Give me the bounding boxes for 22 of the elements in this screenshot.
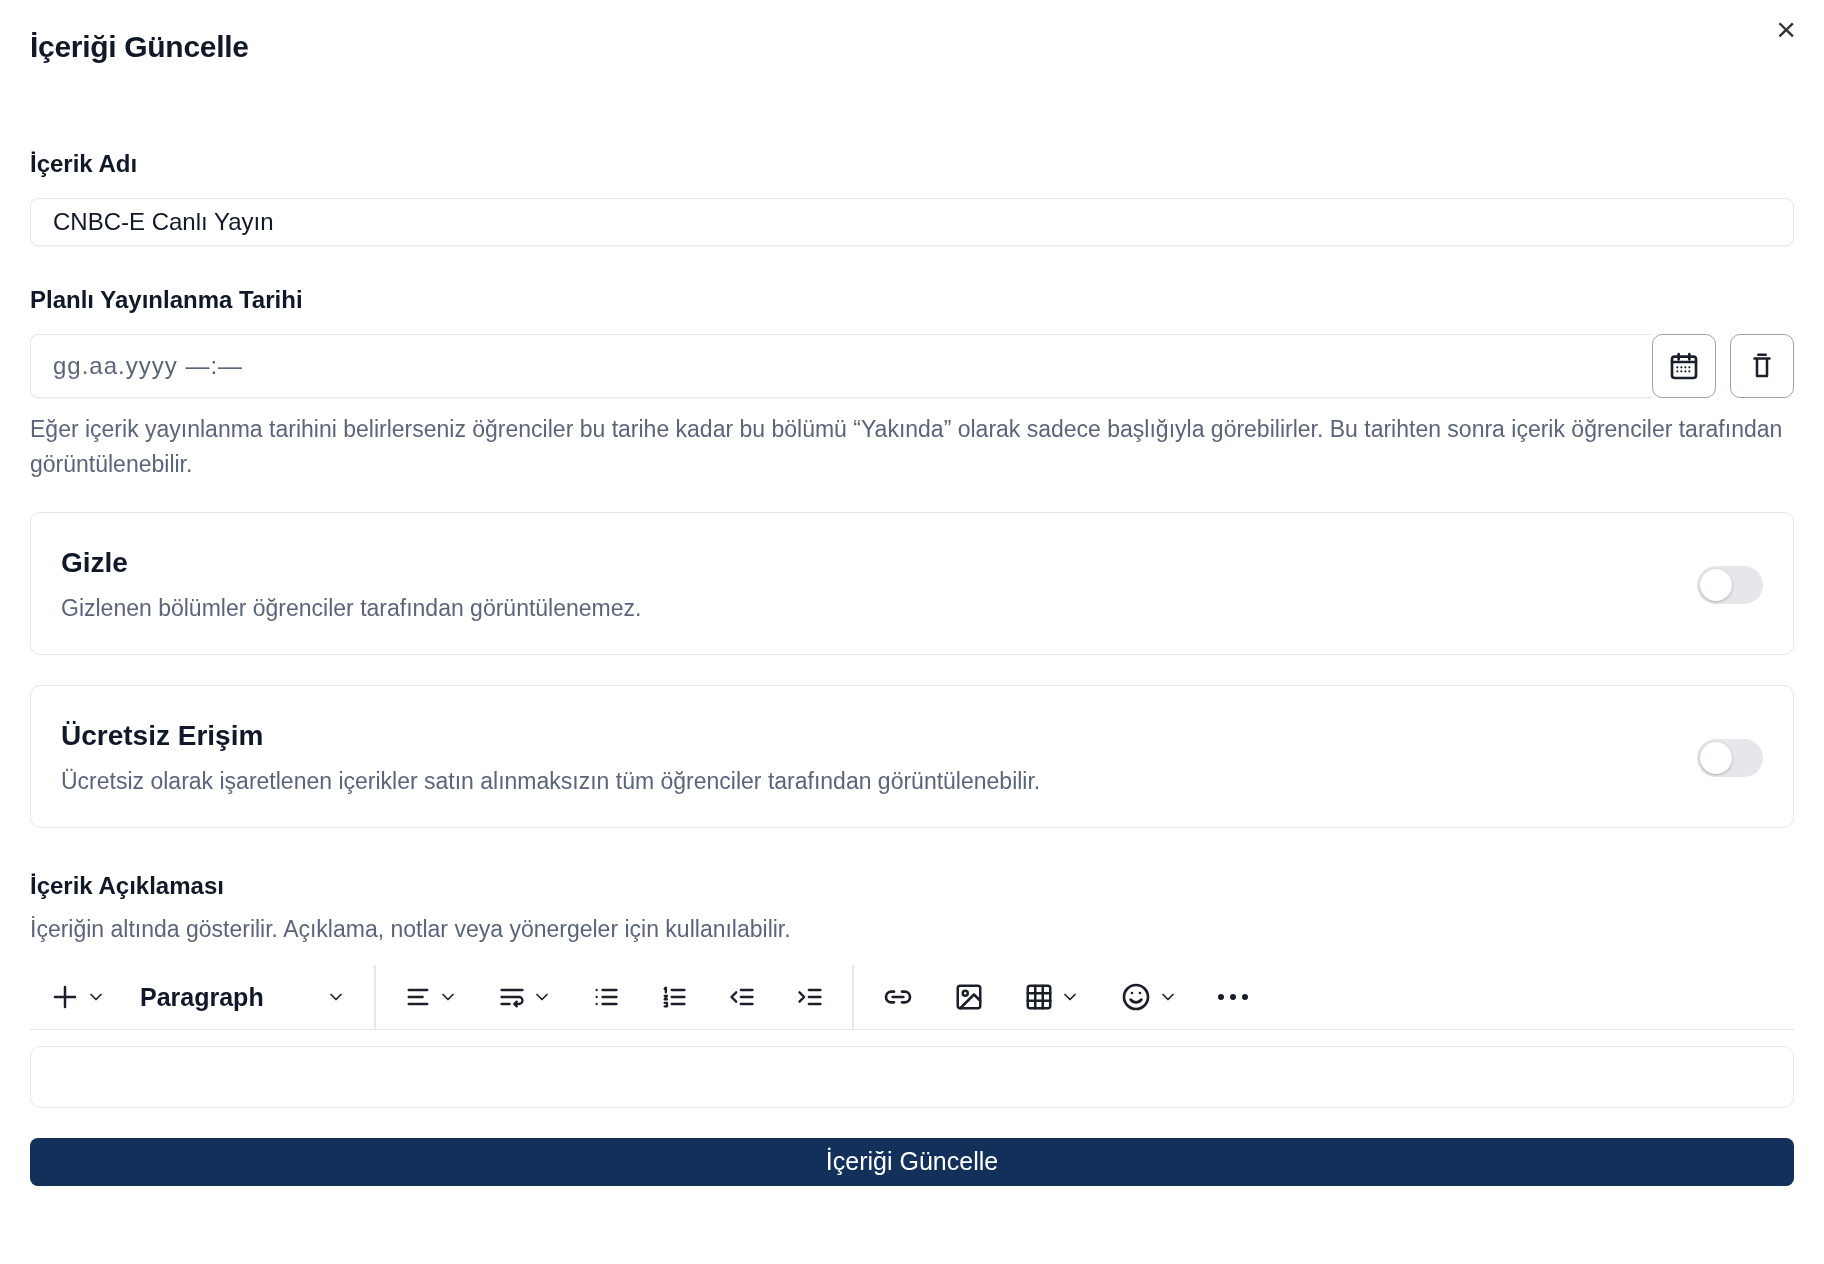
toggle-switch[interactable] bbox=[1697, 565, 1763, 604]
image-icon bbox=[954, 982, 984, 1013]
field-label: İçerik Adı bbox=[30, 150, 139, 178]
help-text: Eğer içerik yayınlanma tarihini belirlerseniz öğrenciler bu tarihe kadar bu bölümü “Yakında” olarak sadece başlığıyla görebilirler. Bu tarihten sonra içerik öğrenciler tarafından görüntülenebilir. bbox=[30, 415, 1784, 480]
field-label: Planlı Yayınlanma Tarihi bbox=[30, 286, 304, 315]
field-label: İçerik Açıklaması bbox=[30, 872, 225, 901]
setting-title: Gizle bbox=[61, 547, 129, 580]
close-button[interactable]: × bbox=[1770, 12, 1802, 46]
dialog-title: İçeriği Güncelle bbox=[30, 30, 249, 64]
submit-button[interactable]: İçeriği Güncelle bbox=[30, 1137, 1794, 1186]
setting-description: Gizlenen bölümler öğrenciler tarafından görüntülenemez. bbox=[61, 595, 642, 623]
setting-title: Ücretsiz Erişim bbox=[61, 720, 265, 753]
help-text: İçeriğin altında gösterilir. Açıklama, notlar veya yönergeler için kullanılabilir. bbox=[30, 916, 792, 944]
more-icon bbox=[1218, 993, 1248, 1002]
calendar-button[interactable] bbox=[1652, 334, 1716, 399]
block-style-dropdown[interactable]: Paragraph bbox=[126, 973, 366, 1022]
date-input-field[interactable]: gg.aa.yyyy —:— bbox=[30, 334, 1652, 399]
name-input-field[interactable]: CNBC-E Canlı Yayın bbox=[30, 198, 1794, 247]
setting-description: Ücretsiz olarak işaretlenen içerikler satın alınmaksızın tüm öğrenciler tarafından görüntülenebilir. bbox=[61, 768, 1041, 796]
toggle-switch[interactable] bbox=[1697, 738, 1763, 777]
table-icon bbox=[1024, 982, 1054, 1013]
delete-button[interactable] bbox=[1730, 334, 1794, 399]
